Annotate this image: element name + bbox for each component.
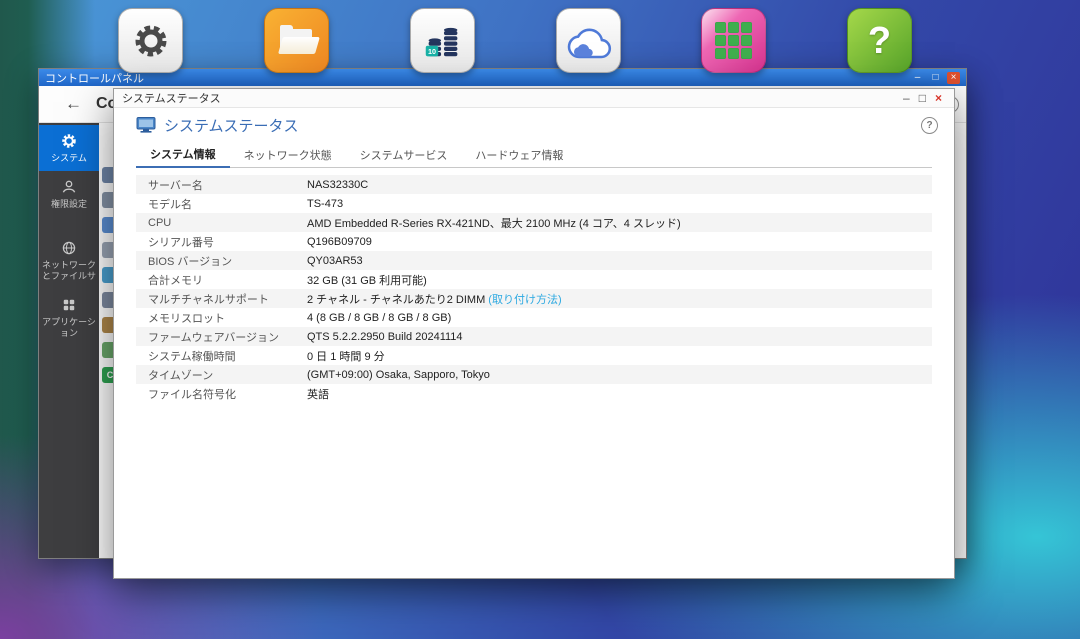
window-title: システムステータス <box>122 90 221 106</box>
table-row: シリアル番号 Q196B09709 <box>136 232 932 251</box>
sidebar-item-label: システム <box>51 153 87 164</box>
info-label: CPU <box>136 217 303 229</box>
back-button[interactable]: ← <box>65 94 82 114</box>
info-label: モデル名 <box>136 196 303 212</box>
storage-disks-icon: 10 <box>420 18 466 64</box>
control-panel-titlebar[interactable]: コントロールパネル – □ × <box>39 69 966 86</box>
minimize-button[interactable]: – <box>911 72 924 84</box>
close-button[interactable]: × <box>947 72 960 84</box>
table-row: CPU AMD Embedded R-Series RX-421ND、最大 21… <box>136 213 932 232</box>
folder-icon <box>277 25 317 57</box>
tab-system-info[interactable]: システム情報 <box>136 142 230 168</box>
info-value: 4 (8 GB / 8 GB / 8 GB / 8 GB) <box>303 312 451 324</box>
memory-install-link[interactable]: (取り付け方法) <box>488 294 561 306</box>
globe-icon <box>60 239 78 257</box>
user-icon <box>60 178 78 196</box>
question-mark-icon: ? <box>868 22 891 60</box>
minimize-button[interactable]: – <box>903 91 910 105</box>
tab-system-service[interactable]: システムサービス <box>346 142 462 167</box>
control-panel-sidebar: システム 権限設定 ネットワークとファイルサ <box>39 123 99 558</box>
sidebar-item-label: アプリケーション <box>41 317 97 340</box>
maximize-button[interactable]: □ <box>919 91 926 105</box>
sidebar-item-applications[interactable]: アプリケーション <box>39 289 99 347</box>
gear-icon <box>60 132 78 150</box>
help-icon[interactable]: ? <box>921 117 938 134</box>
info-value: 2 チャネル - チャネルあたり2 DIMM (取り付け方法) <box>303 291 562 307</box>
table-row: メモリスロット 4 (8 GB / 8 GB / 8 GB / 8 GB) <box>136 308 932 327</box>
system-info-table: サーバー名 NAS32330C モデル名 TS-473 CPU AMD Embe… <box>136 175 932 403</box>
table-row: サーバー名 NAS32330C <box>136 175 932 194</box>
info-value-text: 2 チャネル - チャネルあたり2 DIMM <box>307 294 488 306</box>
info-label: サーバー名 <box>136 177 303 193</box>
info-value: 英語 <box>303 386 329 402</box>
info-label: マルチチャネルサポート <box>136 291 303 307</box>
gear-icon <box>129 19 173 63</box>
cloud-icon <box>565 17 613 65</box>
info-value: TS-473 <box>303 198 343 210</box>
info-label: ファイル名符号化 <box>136 386 303 402</box>
info-value: 32 GB (31 GB 利用可能) <box>303 272 427 288</box>
desktop-icon-storage-snapshots[interactable]: 10 <box>410 8 475 73</box>
storage-badge: 10 <box>427 47 435 55</box>
sidebar-item-system[interactable]: システム <box>39 125 99 171</box>
desktop: コントロールパネル – □ × ← Con ? システム <box>0 0 1080 639</box>
table-row: マルチチャネルサポート 2 チャネル - チャネルあたり2 DIMM (取り付け… <box>136 289 932 308</box>
tab-network-status[interactable]: ネットワーク状態 <box>230 142 346 167</box>
system-status-tabs: システム情報 ネットワーク状態 システムサービス ハードウェア情報 <box>136 142 932 168</box>
tab-hardware-info[interactable]: ハードウェア情報 <box>461 142 577 167</box>
window-buttons: – □ × <box>903 91 946 105</box>
table-row: ファームウェアバージョン QTS 5.2.2.2950 Build 202411… <box>136 327 932 346</box>
desktop-icon-myqnapcloud[interactable] <box>556 8 621 73</box>
sidebar-item-label: ネットワークとファイルサ <box>41 260 97 283</box>
info-value: QY03AR53 <box>303 255 363 267</box>
info-label: ファームウェアバージョン <box>136 329 303 345</box>
info-label: シリアル番号 <box>136 234 303 250</box>
table-row: タイムゾーン (GMT+09:00) Osaka, Sapporo, Tokyo <box>136 365 932 384</box>
info-label: タイムゾーン <box>136 367 303 383</box>
table-row: システム稼働時間 0 日 1 時間 9 分 <box>136 346 932 365</box>
system-status-header: システムステータス ? <box>114 108 954 142</box>
system-status-window: システムステータス – □ × システムステータス ? システム情報 ネットワー… <box>113 88 955 579</box>
info-value: NAS32330C <box>303 179 368 191</box>
table-row: ファイル名符号化 英語 <box>136 384 932 403</box>
maximize-button[interactable]: □ <box>929 72 942 84</box>
page-title: システムステータス <box>164 115 299 136</box>
apps-grid-icon <box>60 296 78 314</box>
desktop-icon-file-station[interactable] <box>264 8 329 73</box>
info-label: メモリスロット <box>136 310 303 326</box>
info-label: システム稼働時間 <box>136 348 303 364</box>
sidebar-item-network-file[interactable]: ネットワークとファイルサ <box>39 232 99 290</box>
close-button[interactable]: × <box>935 91 942 105</box>
table-row: モデル名 TS-473 <box>136 194 932 213</box>
sidebar-item-label: 権限設定 <box>51 199 87 210</box>
sidebar-item-privilege[interactable]: 権限設定 <box>39 171 99 217</box>
system-status-titlebar[interactable]: システムステータス – □ × <box>114 89 954 108</box>
desktop-icon-control-panel[interactable] <box>118 8 183 73</box>
desktop-icon-app-center[interactable] <box>701 8 766 73</box>
info-value: 0 日 1 時間 9 分 <box>303 348 385 364</box>
info-label: 合計メモリ <box>136 272 303 288</box>
table-row: BIOS バージョン QY03AR53 <box>136 251 932 270</box>
info-label: BIOS バージョン <box>136 253 303 269</box>
monitor-icon <box>136 116 156 134</box>
info-value: Q196B09709 <box>303 236 372 248</box>
table-row: 合計メモリ 32 GB (31 GB 利用可能) <box>136 270 932 289</box>
info-value: (GMT+09:00) Osaka, Sapporo, Tokyo <box>303 369 490 381</box>
window-buttons: – □ × <box>911 72 960 84</box>
desktop-icon-help-center[interactable]: ? <box>847 8 912 73</box>
info-value: QTS 5.2.2.2950 Build 20241114 <box>303 331 463 343</box>
info-value: AMD Embedded R-Series RX-421ND、最大 2100 M… <box>303 215 681 231</box>
app-grid-icon <box>715 22 752 59</box>
